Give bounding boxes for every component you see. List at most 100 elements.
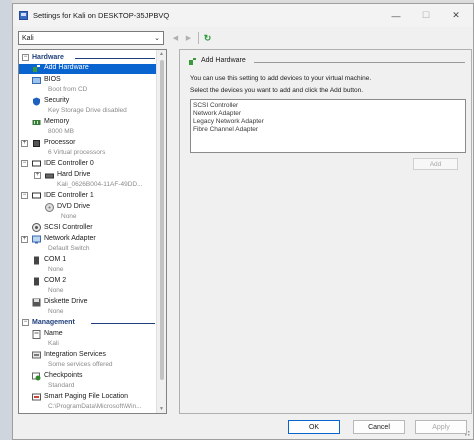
scroll-down-icon[interactable]: ▼ bbox=[159, 406, 164, 412]
tree-item-sub: None bbox=[61, 213, 77, 220]
device-list[interactable]: SCSI Controller Network Adapter Legacy N… bbox=[190, 99, 466, 153]
tree-item-label: Add Hardware bbox=[44, 64, 89, 71]
checkpoints-icon bbox=[32, 372, 41, 381]
tree-item-label: Network Adapter bbox=[44, 235, 96, 242]
minimize-button[interactable]: — bbox=[381, 4, 411, 27]
tree-item-com2[interactable]: COM 2 None bbox=[19, 276, 157, 296]
memory-icon bbox=[32, 120, 41, 125]
expand-icon[interactable]: + bbox=[34, 172, 41, 179]
tree-item-label: IDE Controller 0 bbox=[44, 160, 94, 167]
expand-icon[interactable]: + bbox=[21, 140, 28, 147]
tree-item-bios[interactable]: BIOS Boot from CD bbox=[19, 75, 157, 95]
tree-item-dvd-drive[interactable]: DVD Drive None bbox=[19, 202, 157, 222]
integration-services-icon bbox=[32, 351, 41, 359]
apply-button[interactable]: Apply bbox=[415, 420, 467, 434]
tree-item-network-adapter[interactable]: + Network Adapter Default Switch bbox=[19, 234, 157, 254]
shield-icon bbox=[33, 97, 40, 106]
ok-button[interactable]: OK bbox=[288, 420, 340, 434]
tree-item-smart-paging[interactable]: Smart Paging File Location C:\ProgramDat… bbox=[19, 392, 157, 412]
tree-item-ide-controller-0[interactable]: − IDE Controller 0 bbox=[19, 159, 157, 169]
tree-item-label: Checkpoints bbox=[44, 372, 83, 379]
tree-item-sub: Some services offered bbox=[48, 361, 113, 368]
settings-window: Settings for Kali on DESKTOP-35JPBVQ — ☐… bbox=[12, 3, 474, 440]
back-button[interactable]: ◀ bbox=[170, 31, 181, 45]
tree-item-sub: None bbox=[48, 266, 64, 273]
tree-item-com1[interactable]: COM 1 None bbox=[19, 255, 157, 275]
tree-item-sub: Key Storage Drive disabled bbox=[48, 107, 127, 114]
tree-item-label: COM 1 bbox=[44, 256, 67, 263]
tree-item-hard-drive[interactable]: + Hard Drive Kali_0626B004-11AF-49DD... bbox=[19, 170, 157, 190]
dvd-icon bbox=[45, 203, 54, 212]
tree-item-label: DVD Drive bbox=[57, 203, 91, 210]
collapse-icon[interactable]: − bbox=[22, 319, 29, 326]
tree-item-sub: None bbox=[48, 308, 64, 315]
tree-item-integration-services[interactable]: Integration Services Some services offer… bbox=[19, 350, 157, 370]
tree-item-sub: Boot from CD bbox=[48, 86, 88, 93]
com-port-icon bbox=[34, 277, 39, 286]
hard-drive-icon bbox=[45, 173, 54, 179]
tree-item-security[interactable]: Security Key Storage Drive disabled bbox=[19, 96, 157, 116]
name-icon bbox=[32, 330, 41, 339]
tree-item-sub: 6 Virtual processors bbox=[48, 149, 106, 156]
hardware-header-label: Hardware bbox=[32, 54, 64, 61]
add-hardware-icon bbox=[189, 58, 196, 65]
cancel-button[interactable]: Cancel bbox=[353, 420, 405, 434]
tree-item-name[interactable]: Name Kali bbox=[19, 329, 157, 349]
tree-scrollbar[interactable]: ▲ ▼ bbox=[156, 50, 166, 413]
settings-tree: − Hardware Add Hardware BIOS Boot from C… bbox=[18, 49, 167, 414]
add-button[interactable]: Add bbox=[413, 158, 458, 170]
title-bar: Settings for Kali on DESKTOP-35JPBVQ — ☐… bbox=[13, 4, 473, 27]
tree-item-label: Name bbox=[44, 330, 63, 337]
tree-item-label: Hard Drive bbox=[57, 171, 91, 178]
forward-button[interactable]: ▶ bbox=[183, 31, 194, 45]
tree-item-sub: None bbox=[48, 287, 64, 294]
tree-item-sub: Kali_0626B004-11AF-49DD... bbox=[57, 181, 143, 188]
tree-item-memory[interactable]: Memory 8000 MB bbox=[19, 117, 157, 137]
toolbar-separator bbox=[198, 32, 199, 44]
expand-icon[interactable]: + bbox=[21, 236, 28, 243]
panel-rule bbox=[254, 62, 465, 63]
bios-icon bbox=[32, 77, 41, 84]
list-item[interactable]: SCSI Controller bbox=[193, 102, 463, 110]
vm-selector-value: Kali bbox=[22, 34, 34, 42]
tree-item-label: Security bbox=[44, 97, 70, 104]
refresh-button[interactable]: ↻ bbox=[202, 31, 213, 45]
tree-item-sub: Standard bbox=[48, 382, 75, 389]
network-adapter-icon bbox=[32, 235, 41, 244]
scroll-up-icon[interactable]: ▲ bbox=[159, 51, 164, 57]
collapse-icon[interactable]: − bbox=[21, 160, 28, 167]
collapse-icon[interactable]: − bbox=[21, 192, 28, 199]
chevron-down-icon: ⌄ bbox=[154, 35, 160, 42]
resize-grip-icon[interactable] bbox=[462, 428, 470, 436]
desktop-edge bbox=[0, 0, 12, 440]
tree-item-diskette-drive[interactable]: Diskette Drive None bbox=[19, 297, 157, 317]
tree-item-processor[interactable]: + Processor 6 Virtual processors bbox=[19, 138, 157, 158]
add-hardware-panel: Add Hardware You can use this setting to… bbox=[179, 49, 472, 414]
tree-item-label: Memory bbox=[44, 118, 70, 125]
section-rule bbox=[75, 58, 155, 59]
scrollbar-thumb[interactable] bbox=[160, 60, 164, 380]
list-item[interactable]: Legacy Network Adapter bbox=[193, 118, 463, 126]
tree-item-label: Processor bbox=[44, 139, 76, 146]
close-button[interactable]: ✕ bbox=[441, 4, 471, 27]
panel-description-1: You can use this setting to add devices … bbox=[190, 75, 372, 82]
tree-item-ide-controller-1[interactable]: − IDE Controller 1 bbox=[19, 191, 157, 201]
collapse-icon[interactable]: − bbox=[22, 54, 29, 61]
tree-item-label: Diskette Drive bbox=[44, 298, 88, 305]
tree-item-add-hardware[interactable]: Add Hardware bbox=[19, 64, 157, 74]
panel-description-2: Select the devices you want to add and c… bbox=[190, 87, 364, 94]
management-section-header[interactable]: − Management bbox=[19, 318, 157, 328]
smart-paging-icon bbox=[32, 393, 41, 401]
scsi-controller-icon bbox=[32, 223, 41, 232]
hardware-section-header[interactable]: − Hardware bbox=[19, 53, 157, 63]
list-item[interactable]: Network Adapter bbox=[193, 110, 463, 118]
tree-item-label: COM 2 bbox=[44, 277, 67, 284]
section-rule bbox=[91, 323, 155, 324]
tree-item-scsi-controller[interactable]: SCSI Controller bbox=[19, 223, 157, 233]
list-item[interactable]: Fibre Channel Adapter bbox=[193, 126, 463, 134]
tree-item-checkpoints[interactable]: Checkpoints Standard bbox=[19, 371, 157, 391]
maximize-button[interactable]: ☐ bbox=[411, 4, 441, 27]
tree-item-label: Integration Services bbox=[44, 351, 106, 358]
tree-item-label: SCSI Controller bbox=[44, 224, 93, 231]
vm-selector-dropdown[interactable]: Kali ⌄ bbox=[18, 31, 164, 45]
